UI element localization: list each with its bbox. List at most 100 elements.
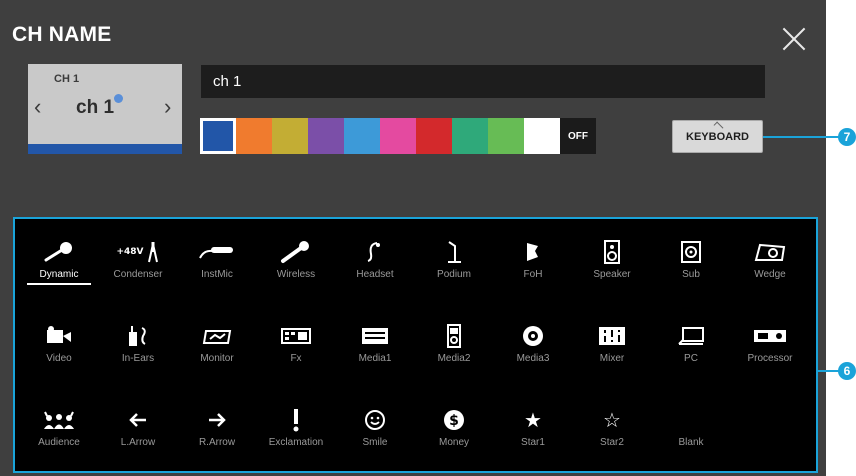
icon-label: L.Arrow	[120, 437, 156, 448]
icon-option-exclamation[interactable]: Exclamation	[258, 399, 334, 461]
keyboard-button-label: KEYBOARD	[686, 130, 749, 143]
color-swatch-pink[interactable]	[380, 118, 416, 154]
icon-option-fx[interactable]: Fx	[258, 315, 334, 377]
channel-color-stripe	[28, 144, 182, 154]
icon-label: Dynamic	[21, 269, 97, 285]
callout-line-icons	[818, 370, 840, 372]
icon-option-pc[interactable]: PC	[653, 315, 729, 377]
icon-label: Media1	[358, 353, 392, 364]
icon-option-wedge[interactable]: Wedge	[732, 231, 808, 293]
icon-label: Star2	[600, 437, 624, 448]
icon-label: Audience	[38, 437, 80, 448]
color-swatch-purple[interactable]	[308, 118, 344, 154]
icon-option-money[interactable]: $ Money	[416, 399, 492, 461]
icon-option-speaker[interactable]: Speaker	[574, 231, 650, 293]
smile-icon	[365, 410, 385, 430]
preview-icon-dot	[114, 94, 123, 103]
dynamic-mic-icon	[44, 242, 72, 262]
icon-option-r-arrow[interactable]: R.Arrow	[179, 399, 255, 461]
color-swatch-lightgreen[interactable]	[488, 118, 524, 154]
keyboard-button[interactable]: KEYBOARD	[672, 120, 763, 153]
icon-label: Blank	[678, 437, 704, 448]
color-off-button[interactable]: OFF	[560, 118, 596, 154]
media2-player-icon	[447, 324, 461, 348]
icon-option-wireless[interactable]: Wireless	[258, 231, 334, 293]
color-swatch-white[interactable]	[524, 118, 560, 154]
icon-option-instmic[interactable]: InstMic	[179, 231, 255, 293]
money-icon: $	[444, 410, 464, 430]
icon-row-1: Dynamic +48V Condenser InstMic Wireless …	[15, 231, 816, 301]
icon-grid: Dynamic +48V Condenser InstMic Wireless …	[13, 217, 818, 473]
icon-option-blank[interactable]: Blank	[653, 399, 729, 461]
icon-option-media2[interactable]: Media2	[416, 315, 492, 377]
icon-option-media1[interactable]: Media1	[337, 315, 413, 377]
icon-option-monitor[interactable]: Monitor	[179, 315, 255, 377]
left-arrow-icon	[129, 413, 146, 427]
video-camera-icon	[47, 326, 71, 343]
icon-option-video[interactable]: Video	[21, 315, 97, 377]
icon-label: R.Arrow	[198, 437, 236, 448]
exclamation-icon	[293, 409, 299, 432]
icon-option-sub[interactable]: Sub	[653, 231, 729, 293]
icon-label: Video	[46, 353, 72, 364]
icon-option-dynamic[interactable]: Dynamic	[21, 231, 97, 293]
right-arrow-icon	[209, 413, 226, 427]
color-swatch-red[interactable]	[416, 118, 452, 154]
icon-option-media3[interactable]: Media3	[495, 315, 571, 377]
channel-name-input[interactable]	[201, 65, 765, 98]
icon-option-condenser[interactable]: +48V Condenser	[100, 231, 176, 293]
icon-label: Podium	[437, 269, 471, 280]
icon-option-star2[interactable]: ☆ Star2	[574, 399, 650, 461]
chevron-right-icon[interactable]: ›	[164, 94, 171, 120]
media3-disc-icon	[523, 326, 543, 346]
processor-icon	[754, 330, 786, 342]
icon-option-headset[interactable]: Headset	[337, 231, 413, 293]
icon-option-star1[interactable]: ★ Star1	[495, 399, 571, 461]
svg-text:$: $	[449, 413, 459, 429]
icon-row-3: Audience L.Arrow R.Arrow Exclamation Smi…	[15, 399, 816, 469]
laptop-icon	[678, 327, 704, 345]
icon-label: FoH	[523, 269, 543, 280]
callout-line-keyboard	[763, 136, 841, 138]
icon-label: Money	[438, 437, 469, 448]
wedge-monitor-icon	[754, 243, 786, 261]
icon-row-2: Video In-Ears Monitor Fx Media1 Media2 M…	[15, 315, 816, 385]
icon-label: Sub	[682, 269, 700, 280]
icon-label: Wireless	[276, 269, 316, 280]
channel-number: CH 1	[54, 73, 80, 85]
icon-label: Media3	[516, 353, 550, 364]
close-icon[interactable]	[778, 22, 812, 56]
fx-unit-icon	[281, 328, 311, 344]
icon-label: Media2	[437, 353, 471, 364]
color-swatch-blue[interactable]	[200, 118, 236, 154]
foh-icon	[527, 243, 538, 261]
icon-option-podium[interactable]: Podium	[416, 231, 492, 293]
icon-option-in-ears[interactable]: In-Ears	[100, 315, 176, 377]
in-ears-icon	[129, 326, 146, 346]
color-swatch-sky[interactable]	[344, 118, 380, 154]
icon-label: Condenser	[113, 269, 163, 280]
color-swatch-orange[interactable]	[236, 118, 272, 154]
chevron-left-icon[interactable]: ‹	[34, 94, 41, 120]
icon-label: Fx	[290, 353, 302, 364]
icon-option-mixer[interactable]: Mixer	[574, 315, 650, 377]
icon-label: Star1	[521, 437, 545, 448]
audience-icon	[44, 411, 74, 429]
icon-option-audience[interactable]: Audience	[21, 399, 97, 461]
icon-option-foh[interactable]: FoH	[495, 231, 571, 293]
color-swatch-green[interactable]	[452, 118, 488, 154]
icon-option-smile[interactable]: Smile	[337, 399, 413, 461]
icon-option-processor[interactable]: Processor	[732, 315, 808, 377]
channel-name-preview: ch 1	[76, 97, 115, 118]
mixer-icon	[599, 327, 625, 345]
icon-label: InstMic	[201, 269, 233, 280]
speaker-icon	[604, 240, 620, 264]
dialog-title: CH NAME	[12, 23, 112, 46]
icon-label: Mixer	[599, 353, 625, 364]
media1-icon	[362, 328, 388, 344]
headset-icon	[367, 242, 380, 262]
icon-label: Speaker	[593, 269, 631, 280]
icon-label: Wedge	[754, 269, 786, 280]
icon-option-l-arrow[interactable]: L.Arrow	[100, 399, 176, 461]
color-swatch-yellow[interactable]	[272, 118, 308, 154]
